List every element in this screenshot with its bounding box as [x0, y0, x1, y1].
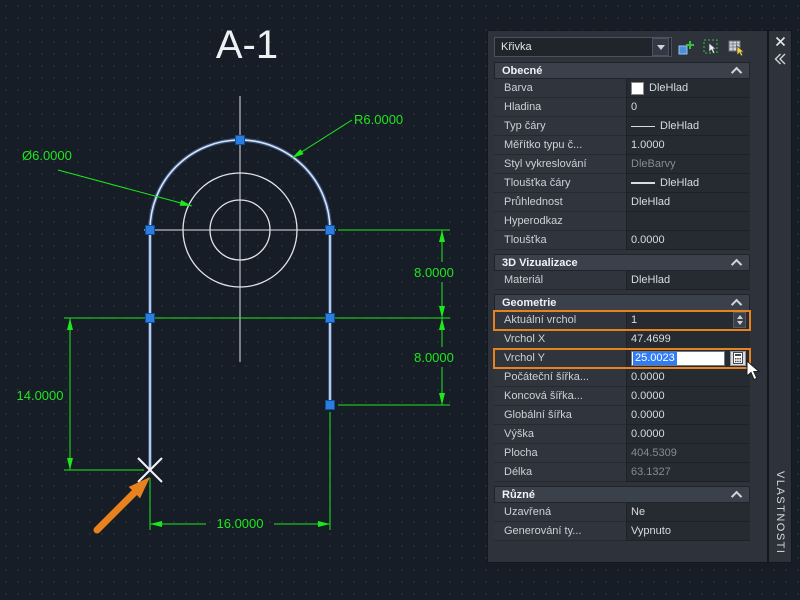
prop-value-generovani[interactable]: Vypnuto	[626, 522, 750, 541]
prop-value-tloustka-cary[interactable]: DleHlad	[626, 174, 750, 193]
grip-right-mid[interactable]	[325, 313, 335, 323]
property-grid: Obecné Barva DleHlad Hladina 0 Typ čáry …	[493, 62, 751, 541]
quick-select-icon[interactable]	[725, 37, 747, 57]
prop-value-pocatecni-sirka[interactable]: 0.0000	[626, 368, 750, 387]
chevron-up-icon	[730, 66, 743, 78]
prop-value-styl-vykreslovani: DleBarvy	[626, 155, 750, 174]
prop-row-aktualni-vrchol: Aktuální vrchol 1	[493, 310, 751, 331]
prop-value-vrchol-y[interactable]: 25.0023	[626, 349, 750, 368]
prop-value-globalni-sirka[interactable]: 0.0000	[626, 406, 750, 425]
prop-row-vrchol-x: Vrchol X 47.4699	[494, 330, 750, 349]
autohide-icon[interactable]	[774, 53, 787, 65]
dim-diameter-label: Ø6.0000	[22, 148, 72, 163]
prop-row-globalni-sirka: Globální šířka 0.0000	[494, 406, 750, 425]
prop-value-hladina[interactable]: 0	[626, 98, 750, 117]
object-type-dropdown[interactable]: Křivka	[494, 37, 672, 57]
calculator-icon[interactable]	[730, 350, 746, 366]
section-header-3d-vizualizace[interactable]: 3D Vizualizace	[494, 254, 750, 271]
grip-arc-top[interactable]	[235, 135, 245, 145]
prop-row-delka: Délka 63.1327	[494, 463, 750, 482]
prop-row-vrchol-y: Vrchol Y 25.0023	[493, 348, 751, 369]
dim-right-upper-label: 8.0000	[414, 265, 454, 280]
palette-toolbar: Křivka	[494, 36, 761, 58]
chevron-up-icon	[730, 298, 743, 310]
prop-row-tloustka: Tloušťka 0.0000	[494, 231, 750, 250]
prop-row-typ-cary: Typ čáry DleHlad	[494, 117, 750, 136]
object-type-value: Křivka	[501, 41, 532, 53]
color-swatch	[631, 81, 644, 95]
section-header-ruzne[interactable]: Různé	[494, 486, 750, 503]
prop-value-meritko[interactable]: 1.0000	[626, 136, 750, 155]
drawing-title: A-1	[216, 23, 278, 67]
prop-row-barva: Barva DleHlad	[494, 79, 750, 98]
prop-value-aktualni-vrchol[interactable]: 1	[626, 311, 750, 330]
dim-right-lower-label: 8.0000	[414, 350, 454, 365]
chevron-down-icon[interactable]	[652, 38, 669, 56]
prop-row-hladina: Hladina 0	[494, 98, 750, 117]
annotation-arrow	[93, 477, 150, 534]
prop-value-koncova-sirka[interactable]: 0.0000	[626, 387, 750, 406]
linetype-sample	[631, 125, 655, 127]
prop-row-material: Materiál DleHlad	[494, 271, 750, 290]
prop-row-generovani: Generování ty... Vypnuto	[494, 522, 750, 541]
prop-value-pruhlednost[interactable]: DleHlad	[626, 193, 750, 212]
dim-radius-label: R6.0000	[354, 112, 403, 127]
close-icon[interactable]	[775, 36, 786, 47]
lineweight-sample	[631, 182, 655, 184]
prop-value-hyperodkaz[interactable]	[626, 212, 750, 231]
section-header-geometrie[interactable]: Geometrie	[494, 294, 750, 311]
prop-row-hyperodkaz: Hyperodkaz	[494, 212, 750, 231]
vertex-spinner[interactable]	[733, 312, 746, 328]
prop-value-material[interactable]: DleHlad	[626, 271, 750, 290]
prop-value-barva[interactable]: DleHlad	[626, 79, 750, 98]
prop-row-uzavrena: Uzavřená Ne	[494, 503, 750, 522]
dim-bottom-label: 16.0000	[217, 516, 264, 531]
palette-tab-title[interactable]: VLASTNOSTI	[774, 471, 786, 554]
properties-palette: Křivka Obecné Barva DleHlad Hladina 0 Ty…	[487, 30, 768, 563]
prop-row-styl-vykreslovani: Styl vykreslování DleBarvy	[494, 155, 750, 174]
vertex-y-input[interactable]: 25.0023	[631, 350, 725, 366]
palette-titlebar: VLASTNOSTI	[768, 30, 792, 563]
prop-row-vyska: Výška 0.0000	[494, 425, 750, 444]
dim-right-lower[interactable]: 8.0000	[338, 318, 454, 406]
grip-right-top[interactable]	[325, 225, 335, 235]
chevron-up-icon	[730, 490, 743, 502]
prop-value-vrchol-x[interactable]: 47.4699	[626, 330, 750, 349]
chevron-up-icon	[730, 258, 743, 270]
dim-bottom[interactable]: 16.0000	[149, 412, 331, 531]
dim-left-label: 14.0000	[17, 388, 64, 403]
prop-value-delka: 63.1327	[626, 463, 750, 482]
grip-left-mid[interactable]	[145, 313, 155, 323]
dim-radius-leader[interactable]: R6.0000	[291, 112, 403, 159]
prop-value-plocha: 404.5309	[626, 444, 750, 463]
prop-row-pocatecni-sirka: Počáteční šířka... 0.0000	[494, 368, 750, 387]
prop-row-meritko: Měřítko typu č... 1.0000	[494, 136, 750, 155]
prop-row-pruhlednost: Průhlednost DleHlad	[494, 193, 750, 212]
prop-row-tloustka-cary: Tloušťka čáry DleHlad	[494, 174, 750, 193]
select-objects-icon[interactable]	[700, 37, 722, 57]
prop-value-uzavrena[interactable]: Ne	[626, 503, 750, 522]
section-header-obecne[interactable]: Obecné	[494, 62, 750, 79]
grip-right-end[interactable]	[325, 400, 335, 410]
pickadd-toggle-icon[interactable]	[675, 37, 697, 57]
prop-value-tloustka[interactable]: 0.0000	[626, 231, 750, 250]
grip-left-top[interactable]	[145, 225, 155, 235]
prop-value-vyska[interactable]: 0.0000	[626, 425, 750, 444]
prop-row-plocha: Plocha 404.5309	[494, 444, 750, 463]
prop-row-koncova-sirka: Koncová šířka... 0.0000	[494, 387, 750, 406]
dim-right-upper[interactable]: 8.0000	[64, 229, 454, 319]
prop-value-typ-cary[interactable]: DleHlad	[626, 117, 750, 136]
dim-left[interactable]: 14.0000	[17, 318, 145, 471]
mouse-cursor-icon	[746, 360, 761, 381]
